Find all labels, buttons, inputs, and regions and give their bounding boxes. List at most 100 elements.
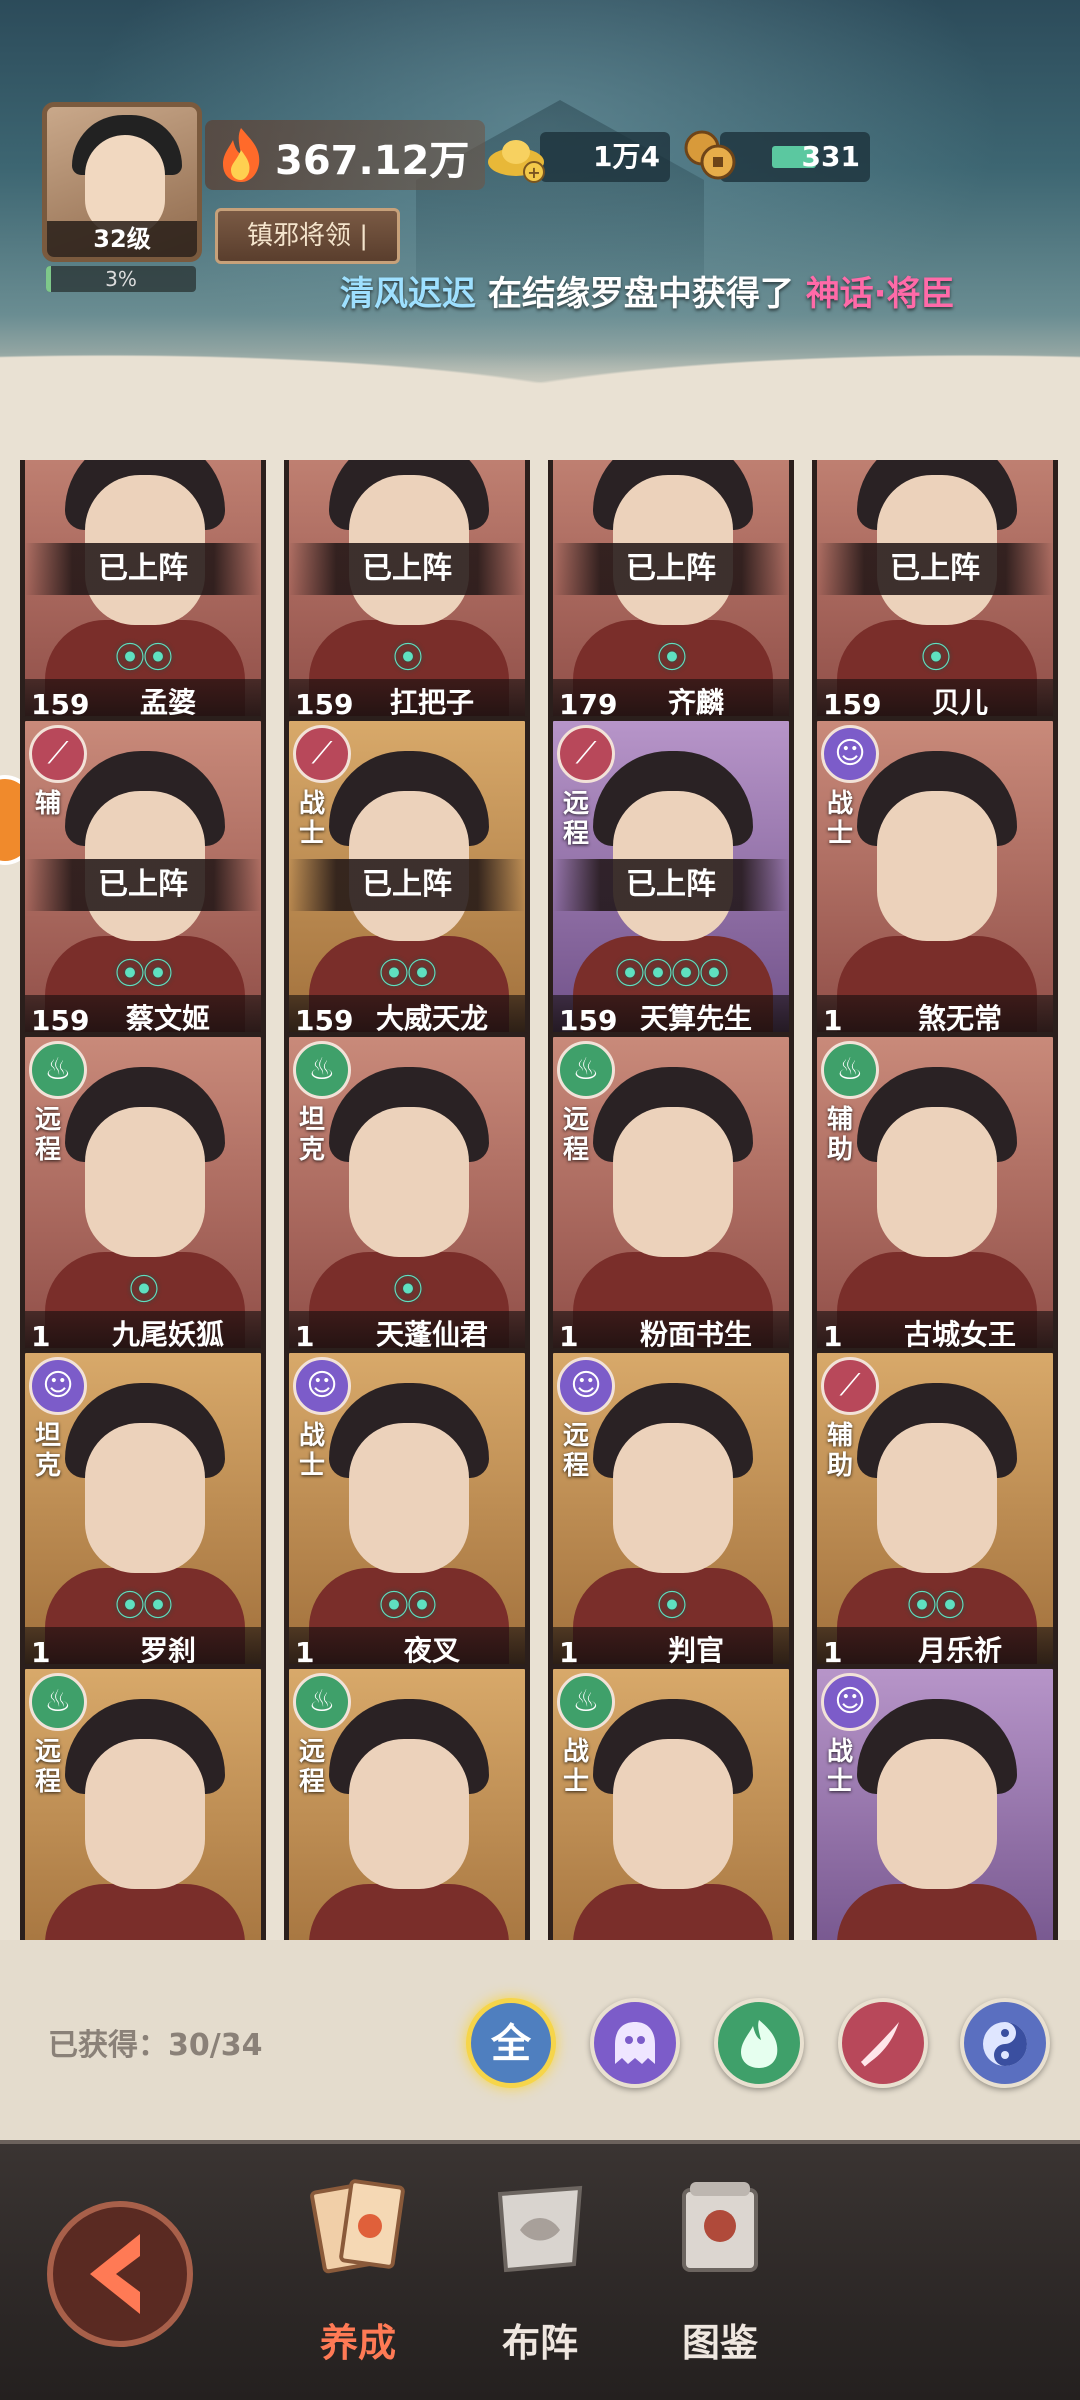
deployed-label: 已上阵 [553,543,789,595]
filter-bar: 已获得：30/34 全 [0,1940,1080,2140]
coin-value: 331 [801,140,860,173]
filter-wood-button[interactable] [714,1998,804,2088]
hero-name: 孟婆 [139,686,196,719]
star-rank-icon: ⦿ [393,641,423,676]
coin-icon[interactable] [680,124,740,186]
coin-box[interactable]: 331 [720,132,870,182]
star-rank-icon: ⦿⦿ [379,1589,437,1624]
player-avatar[interactable]: 32级 [42,102,202,262]
bottom-nav: 养成 布阵 图鉴 [0,2140,1080,2400]
svg-text:+: + [527,163,540,182]
top-header: 32级 3% 367.12万 镇邪将领 | 1万4 + 331 清风迟迟 在结缘… [0,0,1080,420]
portrait-face [85,1107,205,1257]
hero-role: 辅 [35,789,62,819]
scroll-map-icon [682,2182,758,2272]
hero-card[interactable]: ☺ 坦克 ⦿⦿ 1 罗刹 [20,1348,266,1682]
star-rank-icon: ⦿⦿ [907,1589,965,1624]
fire-element-icon: ⟋ [29,725,87,783]
gold-ingot-value: 1万4 [593,140,660,173]
nav-formation-tab[interactable]: 布阵 [460,2174,620,2374]
hero-card[interactable]: ♨ 坦克 ⦿ 1 天蓬仙君 [284,1032,530,1366]
hero-name: 贝儿 [931,686,988,719]
hero-card[interactable]: ☺ 远程 ⦿ 1 判官 [548,1348,794,1682]
star-rank-icon: ⦿ [921,641,951,676]
portrait-body [573,1884,773,1940]
ghost-element-icon: ☺ [29,1357,87,1415]
hero-role: 远程 [35,1737,62,1797]
hero-name: 判官 [667,1634,724,1667]
banner-scroll-icon [497,2185,583,2273]
deployed-label: 已上阵 [289,543,525,595]
portrait-body [45,1884,245,1940]
hero-card[interactable]: ⟋ 辅已上阵 ⦿⦿ 159 蔡文姬 [20,716,266,1050]
gold-ingot-box[interactable]: 1万4 [540,132,670,182]
hero-name: 月乐祈 [917,1634,1002,1667]
ghost-element-icon: ☺ [821,1673,879,1731]
deployed-label: 已上阵 [25,859,261,911]
filter-yinyang-button[interactable] [960,1998,1050,2088]
flame-icon [223,128,260,182]
nav-grow-label: 养成 [319,2321,396,2365]
back-button-icon[interactable] [30,2184,210,2364]
avatar-face [85,135,165,235]
star-rank-icon: ⦿ [657,641,687,676]
hero-card[interactable]: ♨ 战士 [548,1664,794,1940]
star-rank-icon: ⦿⦿ [115,641,173,676]
nav-formation-label: 布阵 [501,2321,578,2365]
star-rank-icon: ⦿⦿ [115,957,173,992]
hero-card[interactable]: ♨ 远程 [20,1664,266,1940]
hero-role: 辅助 [827,1105,854,1165]
filter-all-button[interactable]: 全 [466,1998,556,2088]
ghost-element-icon: ☺ [821,725,879,783]
hero-card[interactable]: ♨ 远程 1 粉面书生 [548,1032,794,1366]
nav-codex-label: 图鉴 [681,2321,758,2365]
news-ticker: 清风迟迟 在结缘罗盘中获得了 神话·将臣 [340,270,1060,318]
hero-card[interactable]: 程已上阵⦿159贝儿 [812,460,1058,734]
ghost-element-icon: ☺ [293,1357,351,1415]
wood-element-icon: ♨ [557,1041,615,1099]
portrait-body [309,1884,509,1940]
hero-role: 坦克 [299,1105,326,1165]
wood-element-icon: ♨ [29,1041,87,1099]
filter-ghost-button[interactable] [590,1998,680,2088]
hero-card[interactable]: ⟋ 战士 已上阵 ⦿⦿ 159 大威天龙 [284,716,530,1050]
nav-grow-tab[interactable]: 养成 [278,2174,438,2374]
hero-name: 粉面书生 [639,1318,752,1351]
filter-fire-button[interactable] [838,1998,928,2088]
star-rank-icon: ⦿ [657,1589,687,1624]
header-cloud-decoration [0,300,1080,420]
hero-role: 远程 [563,1105,590,1165]
deployed-label: 已上阵 [25,543,261,595]
portrait-face [877,1739,997,1889]
hero-card[interactable]: ♨ 远程 ⦿ 1 九尾妖狐 [20,1032,266,1366]
hero-card[interactable]: ☺ 战士 ⦿⦿ 1 夜叉 [284,1348,530,1682]
hero-role: 远程 [563,1421,590,1481]
collected-count: 已获得：30/34 [48,2028,263,2063]
hero-card[interactable]: ⟋ 远程 已上阵 ⦿⦿⦿⦿ 159 天算先生 [548,716,794,1050]
player-level: 32级 [47,221,197,257]
hero-card[interactable]: ♨ 辅助 1 古城女王 [812,1032,1058,1366]
hero-card[interactable]: ☺ 战士 1 煞无常 [812,716,1058,1050]
hero-role: 战士 [827,789,854,849]
star-rank-icon: ⦿ [129,1273,159,1308]
hero-card[interactable]: 克已上阵⦿159扛把子 [284,460,530,734]
portrait-face [349,1739,469,1889]
hero-name: 天蓬仙君 [375,1318,488,1351]
wood-element-icon: ♨ [293,1041,351,1099]
hero-card[interactable]: 程已上阵⦿179齐麟 [548,460,794,734]
hero-card[interactable]: ♨ 远程 [284,1664,530,1940]
hero-card-grid: 助已上阵⦿⦿159孟婆克已上阵⦿159扛把子程已上阵⦿179齐麟程已上阵⦿159… [0,460,1080,1940]
hero-name: 罗刹 [139,1634,196,1667]
hero-name: 古城女王 [903,1318,1016,1351]
hero-card[interactable]: 助已上阵⦿⦿159孟婆 [20,460,266,734]
hero-card[interactable]: ⟋ 辅助 ⦿⦿ 1 月乐祈 [812,1348,1058,1682]
portrait-face [613,1423,733,1573]
nav-codex-tab[interactable]: 图鉴 [640,2174,800,2374]
gold-ingot-icon[interactable]: + [484,126,548,186]
combat-power-box: 367.12万 [205,120,485,190]
hero-role: 远程 [299,1737,326,1797]
title-badge[interactable]: 镇邪将领 | [215,208,400,264]
news-item: 神话·将臣 [805,274,955,314]
hero-card[interactable]: ☺ 战士 [812,1664,1058,1940]
portrait-face [613,1107,733,1257]
